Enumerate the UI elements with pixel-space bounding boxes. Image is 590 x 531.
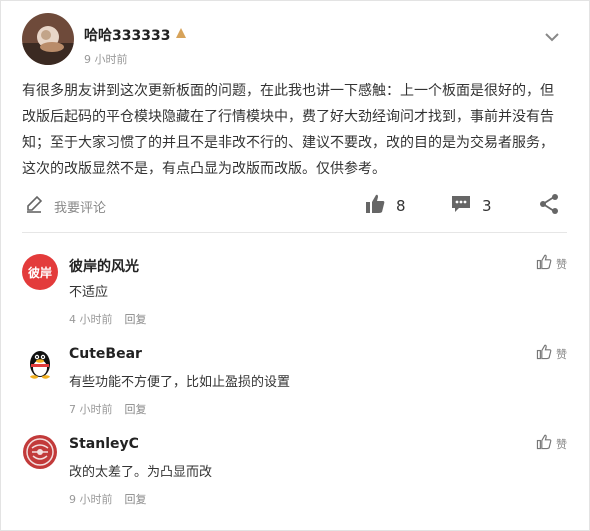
commenter-name[interactable]: CuteBear <box>69 346 142 362</box>
like-label: 赞 <box>556 258 567 271</box>
author-avatar[interactable] <box>22 13 74 65</box>
comment-like-button[interactable]: 赞 <box>536 434 567 454</box>
thumbs-up-icon <box>536 344 552 364</box>
like-label: 赞 <box>556 438 567 451</box>
comment-text: 有些功能不方便了，比如止盈损的设置 <box>69 375 291 390</box>
reply-button[interactable]: 回复 <box>125 311 147 327</box>
like-count: 8 <box>396 197 406 215</box>
comment-like-button[interactable]: 赞 <box>536 344 567 364</box>
badge-icon <box>175 27 187 43</box>
penguin-icon <box>22 351 58 380</box>
comment-time: 7 小时前 <box>69 403 113 416</box>
comment-item: CuteBear 有些功能不方便了，比如止盈损的设置 7 小时前 回复 赞 <box>1 344 590 434</box>
reply-button[interactable]: 回复 <box>125 491 147 507</box>
like-label: 赞 <box>556 348 567 361</box>
comment-text: 不适应 <box>69 285 109 300</box>
write-comment-button[interactable]: 我要评论 <box>24 194 106 218</box>
comment-count: 3 <box>482 197 492 215</box>
comment-meta: 4 小时前 回复 <box>69 311 147 327</box>
commenter-avatar[interactable] <box>22 434 58 470</box>
commenter-name[interactable]: 彼岸的风光 <box>69 256 139 276</box>
seal-icon <box>22 435 58 470</box>
reply-button[interactable]: 回复 <box>125 401 147 417</box>
post-card: 哈哈333333 9 小时前 有很多朋友讲到这次更新板面的问题，在此我也讲一下感… <box>0 0 590 531</box>
commenter-avatar[interactable] <box>22 344 58 380</box>
author-name-row: 哈哈333333 <box>84 25 187 45</box>
comment-item: StanleyC 改的太差了。为凸显而改 9 小时前 回复 赞 <box>1 434 590 524</box>
comment-meta: 9 小时前 回复 <box>69 491 147 507</box>
thumbs-up-icon <box>364 193 386 219</box>
thumbs-up-icon <box>536 254 552 274</box>
share-icon[interactable] <box>538 193 560 219</box>
commenter-name[interactable]: StanleyC <box>69 436 139 452</box>
pencil-icon <box>24 194 44 218</box>
post-body: 有很多朋友讲到这次更新板面的问题，在此我也讲一下感触：上一个板面是很好的，但改版… <box>22 83 554 177</box>
comment-time: 9 小时前 <box>69 493 113 506</box>
comment-like-button[interactable]: 赞 <box>536 254 567 274</box>
write-comment-label: 我要评论 <box>54 200 107 216</box>
comment-bubble-icon <box>450 193 472 219</box>
commenter-avatar[interactable]: 彼岸 <box>22 254 58 290</box>
comment-time: 4 小时前 <box>69 313 113 326</box>
avatar-text: 彼岸 <box>27 265 52 280</box>
comment-text: 改的太差了。为凸显而改 <box>69 465 213 480</box>
comment-meta: 7 小时前 回复 <box>69 401 147 417</box>
comments-button[interactable]: 3 <box>450 193 492 219</box>
comment-item: 彼岸 彼岸的风光 不适应 4 小时前 回复 赞 <box>1 254 590 344</box>
chevron-down-icon[interactable] <box>544 28 564 44</box>
thumbs-up-icon <box>536 434 552 454</box>
like-button[interactable]: 8 <box>364 193 406 219</box>
post-time: 9 小时前 <box>84 53 128 66</box>
divider <box>22 232 567 233</box>
author-name[interactable]: 哈哈333333 <box>84 25 170 45</box>
